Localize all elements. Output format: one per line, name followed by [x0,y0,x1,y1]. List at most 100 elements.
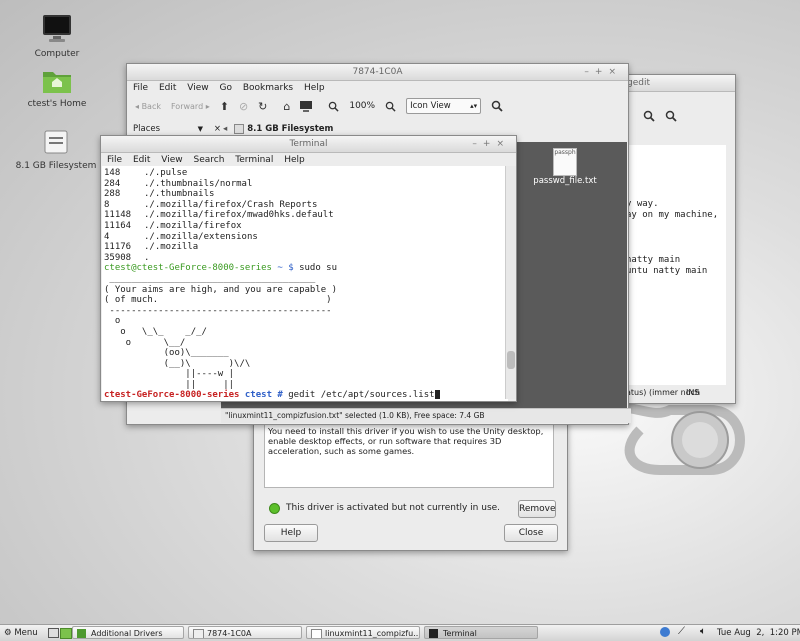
path: ./.mozilla/firefox/mwad0hks.default [144,210,334,221]
reload-icon[interactable]: ↻ [258,100,267,113]
insert-mode-indicator: INS [686,388,700,397]
text-line: untu natty main [626,266,708,276]
menubar: File Edit View Search Terminal Help [101,153,516,167]
home-icon[interactable]: ⌂ [283,100,290,113]
output-line: 148 ./.pulse [104,168,508,179]
location-button[interactable]: 8.1 GB Filesystem [247,124,333,134]
cowsay-line: (oo)\_______ [104,348,229,359]
size: 284 [104,178,121,189]
show-desktop-icon[interactable] [48,628,59,638]
output-line: 8 ./.mozilla/firefox/Crash Reports [104,200,508,211]
menu-button[interactable]: ⚙ Menu [4,627,38,639]
volume-icon[interactable]: 🔈︎ [700,626,706,637]
output-line: 11148 ./.mozilla/firefox/mwad0hks.default [104,210,508,221]
menu-help[interactable]: Help [284,155,305,165]
menu-view[interactable]: View [187,83,208,93]
task-additional-drivers[interactable]: Additional Drivers [72,626,184,639]
zoom-out-icon[interactable] [328,101,339,112]
desktop-icon-computer[interactable]: Computer [30,14,84,59]
cowsay-line: ( Your aims are high, and you are capabl… [104,284,337,295]
back-button[interactable]: ◂ Back [135,102,161,111]
menu-go[interactable]: Go [219,83,231,93]
driver-description-box: You need to install this driver if you w… [264,422,554,488]
drive-icon [44,130,68,154]
path: . [144,252,150,263]
menu-view[interactable]: View [161,155,182,165]
task-terminal[interactable]: Terminal [424,626,538,639]
zoom-in-icon[interactable] [385,101,396,112]
path: ./.mozilla/extensions [144,231,258,242]
root-path: ctest # [244,390,283,401]
gedit-text-area[interactable]: y way. ay on my machine, natty main untu… [626,145,726,385]
menu-file[interactable]: File [133,83,148,93]
menu-bookmarks[interactable]: Bookmarks [243,83,293,93]
chevron-left-icon[interactable]: ◂ [223,124,227,134]
forward-label: Forward [170,101,204,111]
close-button[interactable]: Close [504,524,558,542]
computer-icon[interactable] [300,100,313,112]
statusbar: "linuxmint11_compizfusion.txt" selected … [221,408,631,423]
size: 8 [104,199,110,210]
menu-edit[interactable]: Edit [159,83,176,93]
size: 4 [104,231,110,242]
drive-icon [234,123,245,134]
back-label: Back [141,101,161,111]
root-prompt-line: ctest-GeForce-8000-series ctest # gedit … [104,390,508,401]
text-file-icon [311,629,322,638]
menu-terminal[interactable]: Terminal [235,155,273,165]
help-button[interactable]: Help [264,524,318,542]
menu-help[interactable]: Help [304,83,325,93]
terminal-icon [429,629,438,638]
search-icon[interactable] [643,110,655,122]
cowsay-line: o [104,316,121,327]
cowsay-line: ----------------------------------------… [104,305,332,316]
output-line: 35908. [104,253,508,264]
network-icon[interactable]: ⟋ [678,626,685,637]
task-label: Additional Drivers [91,629,163,638]
desktop-icon-home[interactable]: ctest's Home [24,68,90,109]
window-title: 7874-1C0A [352,67,403,77]
window-controls[interactable]: –+× [584,64,622,80]
up-arrow-icon[interactable]: ⬆ [220,100,229,113]
scrollbar-thumb[interactable] [507,351,515,369]
command: gedit /etc/apt/sources.list [288,390,435,401]
remove-button[interactable]: Remove [518,500,556,518]
command: sudo su [299,263,338,274]
drive-icon [193,629,204,638]
update-shield-icon[interactable] [660,627,670,637]
terminal-output[interactable]: 148 ./.pulse 284 ./.thumbnails/normal 288.… [102,166,508,401]
size: 35908 [104,252,132,263]
search-icon[interactable] [491,100,503,112]
drivers-icon [77,629,86,638]
task-gedit[interactable]: linuxmint11_compizfu... [306,626,420,639]
terminal-window[interactable]: Terminal –+× File Edit View Search Termi… [100,135,517,402]
replace-icon[interactable] [665,110,677,122]
path: ./.thumbnails/normal [144,178,253,189]
output-line: 288 ./.thumbnails [104,189,508,200]
file-name: passwd_file.txt [533,176,597,186]
clock[interactable]: Tue Aug 2, 1:20 PM [717,627,800,639]
cowsay-line: ( of much. ) [104,295,332,306]
gear-icon: ⚙ [4,628,12,638]
menu-search[interactable]: Search [193,155,224,165]
path: ./.mozilla [144,242,199,253]
desktop-icon-filesystem[interactable]: 8.1 GB Filesystem [14,130,98,171]
dropdown-arrow-icon: ▴▾ [470,102,478,110]
home-folder-icon[interactable] [60,628,72,639]
stop-icon[interactable]: ⊘ [239,100,248,113]
cowsay-line: || || [104,379,235,390]
root-host: ctest-GeForce-8000-series [104,390,240,401]
zoom-level: 100% [349,101,376,111]
size: 11148 [104,210,132,221]
forward-button[interactable]: Forward ▸ [171,102,210,111]
menu-file[interactable]: File [107,155,122,165]
desktop-icon-label: 8.1 GB Filesystem [15,161,97,171]
size: 11176 [104,242,132,253]
file-item[interactable]: passph passwd_file.txt [530,148,600,186]
menu-edit[interactable]: Edit [133,155,150,165]
task-file-manager[interactable]: 7874-1C0A [188,626,302,639]
prompt-line: ctest@ctest-GeForce-8000-series ~ $ sudo… [104,263,508,274]
view-mode-select[interactable]: Icon View ▴▾ [406,98,482,114]
driver-status-text: This driver is activated but not current… [286,503,501,513]
window-controls[interactable]: –+× [472,136,510,152]
